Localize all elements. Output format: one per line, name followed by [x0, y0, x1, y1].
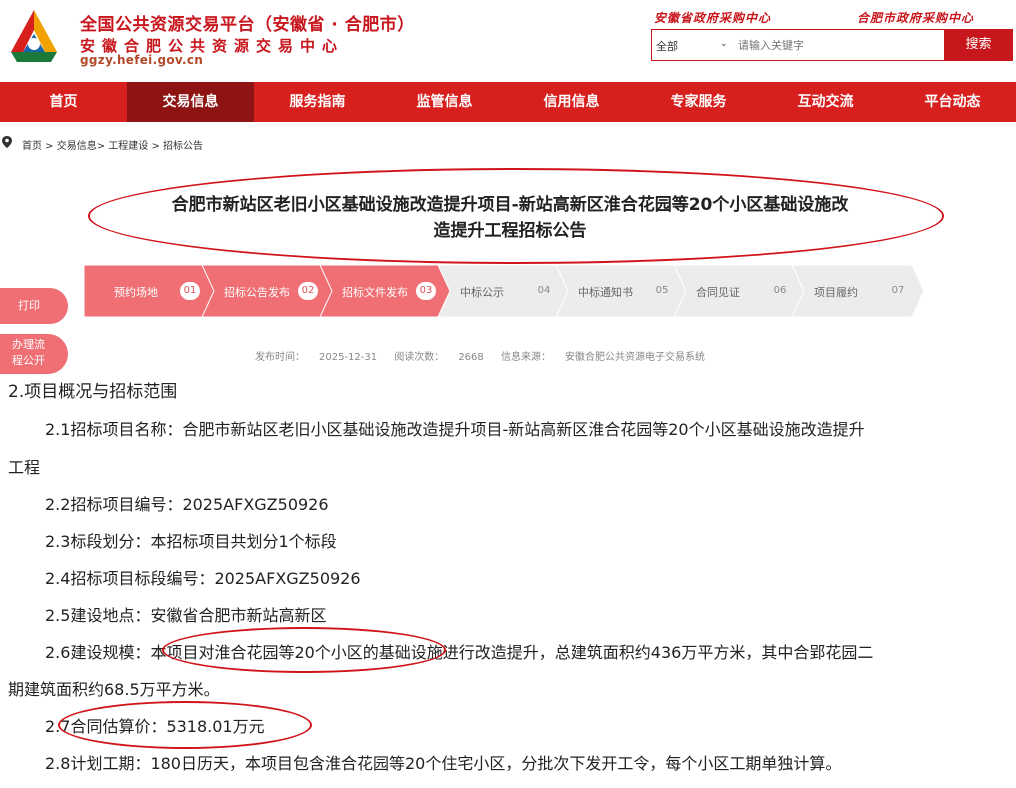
process-step-label: 招标公告发布	[224, 286, 290, 299]
search-bar: 全部 ⌄ 搜索	[651, 29, 1013, 61]
item-2-4: 2.4招标项目标段编号：2025AFXGZ50926	[45, 569, 361, 588]
section-heading: 2.项目概况与招标范围	[8, 382, 178, 402]
site-url: ggzy.hefei.gov.cn	[80, 53, 204, 67]
nav-item-interaction[interactable]: 互动交流	[762, 82, 889, 122]
nav-item-expert[interactable]: 专家服务	[635, 82, 762, 122]
search-input[interactable]	[738, 30, 928, 60]
article-title-line2: 造提升工程招标公告	[433, 221, 587, 241]
process-step-5[interactable]: 中标通知书 05	[556, 265, 688, 317]
process-step-number: 05	[655, 285, 669, 296]
chevron-down-icon: ⌄	[720, 39, 728, 49]
process-step-3[interactable]: 招标文件发布 03	[320, 265, 452, 317]
process-step-2[interactable]: 招标公告发布 02	[202, 265, 334, 317]
print-button[interactable]: 打印	[0, 288, 68, 324]
process-step-number: 01	[180, 282, 200, 300]
item-2-2: 2.2招标项目编号：2025AFXGZ50926	[45, 495, 329, 514]
nav-item-service-guide[interactable]: 服务指南	[254, 82, 381, 122]
nav-item-trading-info[interactable]: 交易信息	[127, 82, 254, 122]
search-button[interactable]: 搜索	[944, 29, 1013, 61]
item-2-7: 2.7合同估算价：5318.01万元	[45, 717, 265, 736]
location-pin-icon	[2, 136, 12, 148]
process-step-label: 招标文件发布	[342, 286, 408, 299]
process-step-1[interactable]: 预约场地 01	[84, 265, 216, 317]
item-2-6: 2.6建设规模：本项目对淮合花园等20个小区的基础设施进行改造提升，总建筑面积约…	[45, 643, 874, 662]
nav-item-platform-news[interactable]: 平台动态	[889, 82, 1016, 122]
item-2-1: 2.1招标项目名称：合肥市新站区老旧小区基础设施改造提升项目-新站高新区淮合花园…	[45, 420, 865, 439]
site-header: 全国公共资源交易平台（安徽省 · 合肥市） 安徽合肥公共资源交易中心 ggzy.…	[0, 0, 1016, 82]
nav-item-supervision[interactable]: 监管信息	[381, 82, 508, 122]
process-disclosure-line2: 程公开	[12, 354, 45, 367]
process-step-label: 中标公示	[460, 286, 504, 299]
view-count-label: 阅读次数：	[394, 352, 445, 363]
process-step-label: 合同见证	[696, 286, 740, 299]
article-meta: 发布时间： 2025-12-31 阅读次数： 2668 信息来源： 安徽合肥公共资源电…	[255, 348, 719, 363]
item-2-5: 2.5建设地点：安徽省合肥市新站高新区	[45, 606, 327, 625]
search-category-value: 全部	[656, 40, 678, 53]
search-category-select[interactable]: 全部 ⌄	[652, 30, 734, 60]
article-title-line1: 合肥市新站区老旧小区基础设施改造提升项目-新站高新区淮合花园等20个小区基础设施…	[171, 195, 849, 215]
process-step-4[interactable]: 中标公示 04	[438, 265, 570, 317]
item-2-8: 2.8计划工期：180日历天，本项目包含淮合花园等20个住宅小区，分批次下发开工…	[45, 754, 842, 773]
process-step-label: 预约场地	[114, 286, 158, 299]
process-step-6[interactable]: 合同见证 06	[674, 265, 806, 317]
item-2-1-cont: 工程	[8, 458, 41, 477]
process-step-number: 04	[537, 285, 551, 296]
breadcrumb-trail[interactable]: 首页 > 交易信息> 工程建设 > 招标公告	[22, 137, 203, 152]
site-logo-icon[interactable]	[3, 6, 65, 68]
process-step-number: 07	[891, 285, 905, 296]
province-procurement-link[interactable]: 安徽省政府采购中心	[654, 9, 771, 26]
nav-item-home[interactable]: 首页	[0, 82, 127, 122]
publish-time-label: 发布时间：	[255, 352, 305, 363]
process-step-number: 03	[416, 282, 436, 300]
process-step-label: 中标通知书	[578, 286, 633, 299]
process-step-number: 02	[298, 282, 318, 300]
item-2-6-cont: 期建筑面积约68.5万平方米。	[8, 680, 220, 699]
view-count: 2668	[458, 352, 484, 363]
process-step-7[interactable]: 项目履约 07	[792, 265, 924, 317]
main-nav: 首页 交易信息 服务指南 监管信息 信用信息 专家服务 互动交流 平台动态	[0, 82, 1016, 122]
process-step-number: 06	[773, 285, 787, 296]
process-disclosure-line1: 办理流	[12, 338, 45, 351]
nav-item-credit[interactable]: 信用信息	[508, 82, 635, 122]
item-2-3: 2.3标段划分：本招标项目共划分1个标段	[45, 532, 337, 551]
process-steps: 预约场地 01 招标公告发布 02 招标文件发布 03 中标公示 04 中标通知书 05 合同见证 0…	[84, 265, 924, 317]
source: 安徽合肥公共资源电子交易系统	[564, 352, 705, 363]
publish-time: 2025-12-31	[319, 352, 378, 363]
city-procurement-link[interactable]: 合肥市政府采购中心	[857, 9, 974, 26]
process-step-label: 项目履约	[814, 286, 858, 299]
site-title: 全国公共资源交易平台（安徽省 · 合肥市）	[80, 15, 415, 35]
source-label: 信息来源：	[500, 352, 551, 363]
process-disclosure-button[interactable]: 办理流 程公开	[0, 334, 68, 374]
article-title: 合肥市新站区老旧小区基础设施改造提升项目-新站高新区淮合花园等20个小区基础设施…	[100, 192, 920, 244]
